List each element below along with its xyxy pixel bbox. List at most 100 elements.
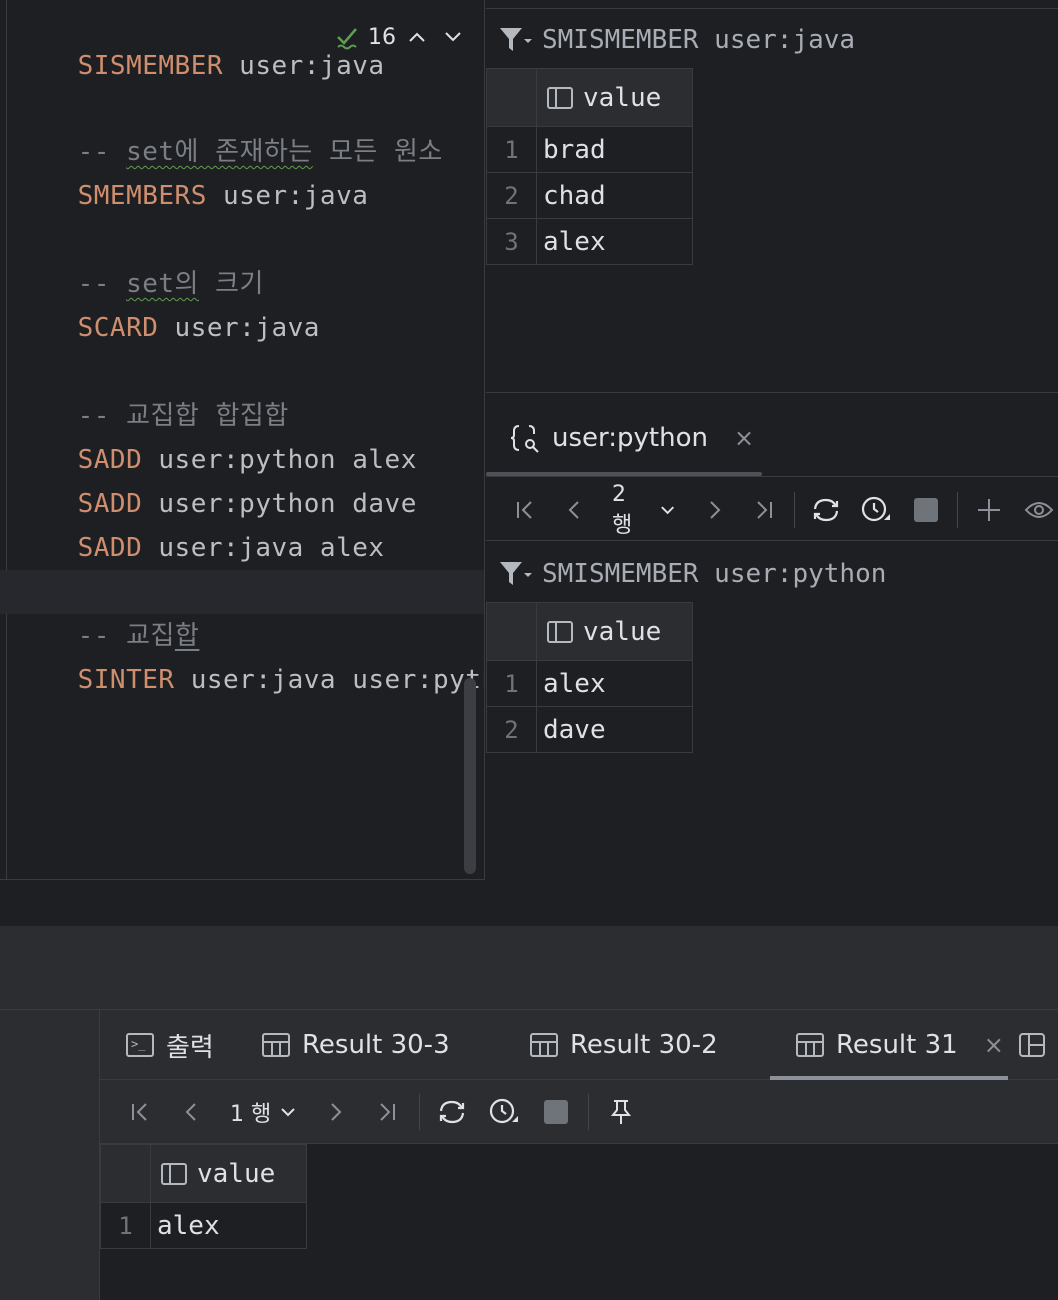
chevron-up-icon[interactable] <box>402 25 432 50</box>
result-grid-java[interactable]: value 1 brad 2 chad 3 alex <box>486 68 693 265</box>
inspection-widget[interactable]: 16 <box>330 20 474 54</box>
row-number[interactable]: 1 <box>486 126 537 173</box>
code-comment-size[interactable]: -- set의 크기 <box>13 218 264 299</box>
table-icon <box>530 1033 558 1057</box>
history-clock-icon[interactable] <box>851 484 901 536</box>
row-number[interactable]: 3 <box>486 218 537 265</box>
row-number[interactable]: 2 <box>486 172 537 219</box>
tab-result-30-3[interactable]: Result 30-3 <box>262 1010 450 1080</box>
services-tool-window: >_ 출력 Result 30-3 Result 30-2 Result 31 … <box>0 1010 1058 1300</box>
next-page-icon[interactable] <box>689 484 739 536</box>
sql-editor[interactable]: SISMEMBER user:java 16 -- set에 존재하는 모든 원… <box>0 0 485 880</box>
rows-selector[interactable]: 1 행 <box>218 1096 309 1128</box>
code-line-scard[interactable]: SCARD user:java <box>13 262 320 343</box>
query-filter-python[interactable]: SMISMEMBER user:python <box>498 554 886 594</box>
editor-scrollbar[interactable] <box>464 678 476 874</box>
chevron-down-icon <box>281 1108 295 1117</box>
bottom-tab-bar: >_ 출력 Result 30-3 Result 30-2 Result 31 … <box>100 1010 1058 1080</box>
grid-corner[interactable] <box>486 68 537 127</box>
row-number[interactable]: 1 <box>486 660 537 707</box>
first-page-icon[interactable] <box>500 484 550 536</box>
filter-icon[interactable] <box>498 25 532 55</box>
table-row[interactable]: 1 alex <box>100 1202 307 1249</box>
tab-result-30-2[interactable]: Result 30-2 <box>530 1010 718 1080</box>
code-line-sismember[interactable]: SISMEMBER user:java <box>13 0 385 81</box>
row-number[interactable]: 1 <box>100 1202 151 1249</box>
chevron-down-icon[interactable] <box>438 25 468 50</box>
prev-page-icon[interactable] <box>550 484 600 536</box>
table-row[interactable]: 2 chad <box>486 172 693 219</box>
prev-page-icon[interactable] <box>166 1086 218 1138</box>
code-line-smembers[interactable]: SMEMBERS user:java <box>13 130 368 211</box>
cell-value[interactable]: alex <box>536 660 693 707</box>
tab-user-python[interactable]: user:python × <box>510 418 754 458</box>
row-number[interactable]: 2 <box>486 706 537 753</box>
divider <box>486 476 1058 477</box>
column-header-value[interactable]: value <box>536 68 693 127</box>
pin-icon[interactable] <box>595 1086 647 1138</box>
code-line-sinter[interactable]: SINTER user:java user:python <box>13 614 484 695</box>
code-comment-intersection[interactable]: -- 교집합 <box>13 570 199 651</box>
stop-icon[interactable] <box>901 484 951 536</box>
result-grid-python[interactable]: value 1 alex 2 dave <box>486 602 693 753</box>
cell-value[interactable]: dave <box>536 706 693 753</box>
table-row[interactable]: 1 alex <box>486 660 693 707</box>
table-icon <box>796 1033 824 1057</box>
tab-output[interactable]: >_ 출력 <box>126 1010 214 1080</box>
rows-selector[interactable]: 2 행 <box>600 482 689 539</box>
refresh-icon[interactable] <box>426 1086 478 1138</box>
panel-header-gap <box>0 926 1058 1010</box>
last-page-icon[interactable] <box>739 484 789 536</box>
toolbar-separator <box>588 1094 590 1130</box>
code-line-sadd-1[interactable]: SADD user:python alex <box>13 394 417 475</box>
table-icon <box>262 1033 290 1057</box>
code-line-sadd-2[interactable]: SADD user:python dave <box>13 438 417 519</box>
code-line-sadd-3[interactable]: SADD user:java alex <box>13 482 385 563</box>
filter-icon[interactable] <box>498 559 532 589</box>
editor-gutter <box>6 0 7 879</box>
inspection-count: 16 <box>368 24 396 50</box>
results-pane: SMISMEMBER user:java value 1 brad 2 chad… <box>486 0 1058 926</box>
grid-corner[interactable] <box>486 602 537 661</box>
toolbar-separator <box>794 492 796 528</box>
column-icon <box>547 86 573 109</box>
code-comment-members[interactable]: -- set에 존재하는 모든 원소 <box>13 86 443 167</box>
cell-value[interactable]: brad <box>536 126 693 173</box>
history-clock-icon[interactable] <box>478 1086 530 1138</box>
divider <box>486 540 1058 541</box>
layout-icon <box>1019 1033 1045 1057</box>
cell-value[interactable]: alex <box>536 218 693 265</box>
column-header-value[interactable]: value <box>150 1144 307 1203</box>
table-row[interactable]: 2 dave <box>486 706 693 753</box>
close-icon[interactable]: × <box>734 424 754 452</box>
services-tree-panel <box>0 1010 100 1300</box>
divider <box>486 8 1058 9</box>
chevron-down-icon <box>661 506 675 515</box>
column-header-value[interactable]: value <box>536 602 693 661</box>
grid-corner[interactable] <box>100 1144 151 1203</box>
divider <box>486 392 1058 393</box>
check-double-icon <box>337 28 357 50</box>
result-toolbar-bottom: 1 행 <box>100 1080 1058 1144</box>
eye-icon[interactable] <box>1014 484 1058 536</box>
result-grid-31[interactable]: value 1 alex <box>100 1144 307 1249</box>
column-icon <box>161 1162 187 1185</box>
table-row[interactable]: 3 alex <box>486 218 693 265</box>
toolbar-separator <box>957 492 959 528</box>
add-row-icon[interactable] <box>964 484 1014 536</box>
refresh-icon[interactable] <box>801 484 851 536</box>
last-page-icon[interactable] <box>361 1086 413 1138</box>
first-page-icon[interactable] <box>114 1086 166 1138</box>
code-comment-setops[interactable]: -- 교집합 합집합 <box>13 350 289 431</box>
next-page-icon[interactable] <box>309 1086 361 1138</box>
table-row[interactable]: 1 brad <box>486 126 693 173</box>
cell-value[interactable]: alex <box>150 1202 307 1249</box>
redis-key-icon <box>510 425 539 453</box>
close-icon[interactable]: × <box>984 1031 1004 1059</box>
stop-icon[interactable] <box>530 1086 582 1138</box>
query-filter-java[interactable]: SMISMEMBER user:java <box>498 20 855 60</box>
layout-toggle[interactable] <box>1018 1010 1046 1080</box>
tab-result-31[interactable]: Result 31 × <box>796 1010 1004 1080</box>
cell-value[interactable]: chad <box>536 172 693 219</box>
terminal-icon: >_ <box>126 1033 154 1057</box>
